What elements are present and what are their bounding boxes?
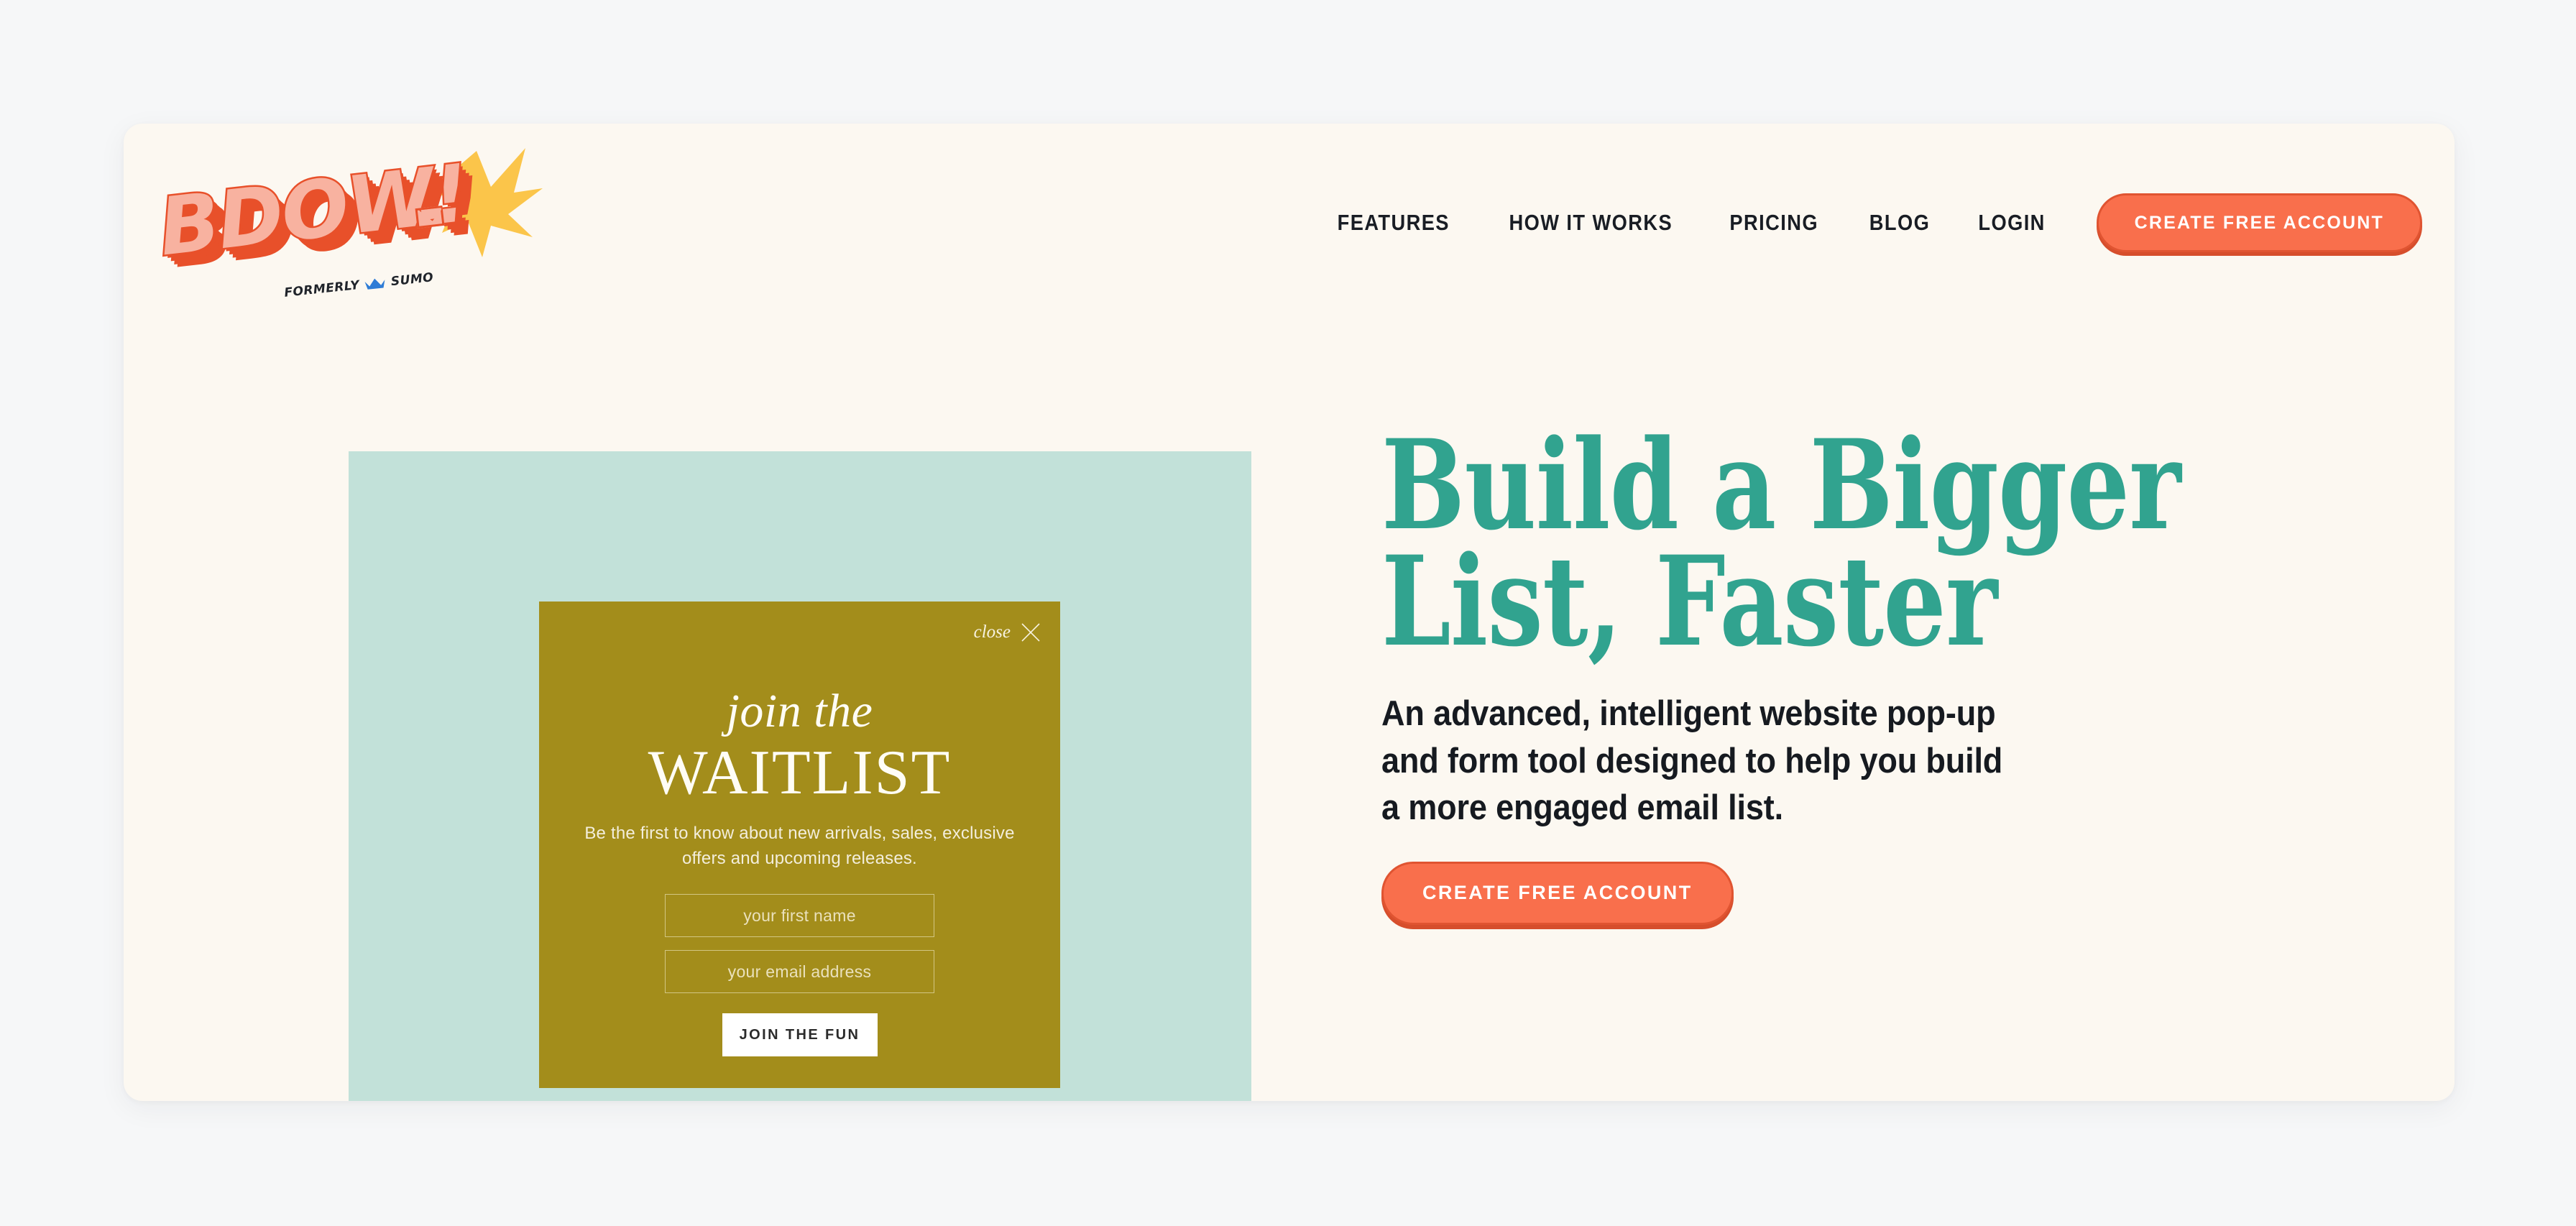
crown-icon bbox=[364, 276, 387, 291]
popup-description: Be the first to know about new arrivals,… bbox=[584, 823, 1015, 868]
popup-signup-form: JOIN THE FUN bbox=[575, 894, 1024, 1057]
hero-headline: Build a Bigger List, Faster bbox=[1381, 423, 2181, 663]
envelope-icon bbox=[415, 205, 445, 229]
hero-visual-panel: close join the WAITLIST Be the first to … bbox=[349, 451, 1251, 1101]
popup-body: join the WAITLIST Be the first to know a… bbox=[539, 685, 1060, 1057]
header-create-free-account-button[interactable]: CREATE FREE ACCOUNT bbox=[2096, 193, 2422, 252]
hero-subheadline: An advanced, intelligent website pop-up … bbox=[1381, 694, 2003, 827]
hero-headline-line-2: List, Faster bbox=[1381, 527, 1997, 674]
popup-preview-mockup: close join the WAITLIST Be the first to … bbox=[539, 602, 1060, 1088]
popup-eyebrow-text: join the bbox=[726, 685, 873, 737]
nav-link-how-it-works[interactable]: HOW IT WORKS bbox=[1491, 210, 1690, 236]
popup-title-text: WAITLIST bbox=[648, 738, 952, 808]
popup-email-input[interactable] bbox=[665, 950, 934, 994]
popup-first-name-input[interactable] bbox=[665, 894, 934, 938]
logo-tagline-brand: SUMO bbox=[390, 270, 435, 290]
site-card: BDOW! FORMERLY SUMO FEATURES HOW IT WORK… bbox=[124, 124, 2455, 1101]
nav-link-blog[interactable]: BLOG bbox=[1852, 210, 1948, 236]
site-logo[interactable]: BDOW! FORMERLY SUMO bbox=[152, 138, 543, 318]
close-x-icon bbox=[1021, 623, 1040, 642]
hero-section: close join the WAITLIST Be the first to … bbox=[124, 332, 2455, 1101]
hero-copy-column: Build a Bigger List, Faster An advanced,… bbox=[1381, 423, 2316, 925]
popup-close-button[interactable]: close bbox=[974, 622, 1041, 643]
site-header: BDOW! FORMERLY SUMO FEATURES HOW IT WORK… bbox=[124, 124, 2455, 332]
nav-link-login[interactable]: LOGIN bbox=[1961, 210, 2064, 236]
popup-submit-button[interactable]: JOIN THE FUN bbox=[722, 1013, 878, 1057]
nav-link-features[interactable]: FEATURES bbox=[1320, 210, 1468, 236]
logo-tagline-prefix: FORMERLY bbox=[283, 277, 361, 300]
hero-create-free-account-button[interactable]: CREATE FREE ACCOUNT bbox=[1381, 861, 1734, 925]
popup-close-label: close bbox=[973, 622, 1011, 642]
nav-link-pricing[interactable]: PRICING bbox=[1712, 210, 1836, 236]
primary-navigation: FEATURES HOW IT WORKS PRICING BLOG LOGIN… bbox=[1310, 183, 2422, 262]
page-root: BDOW! FORMERLY SUMO FEATURES HOW IT WORK… bbox=[0, 0, 2576, 1226]
